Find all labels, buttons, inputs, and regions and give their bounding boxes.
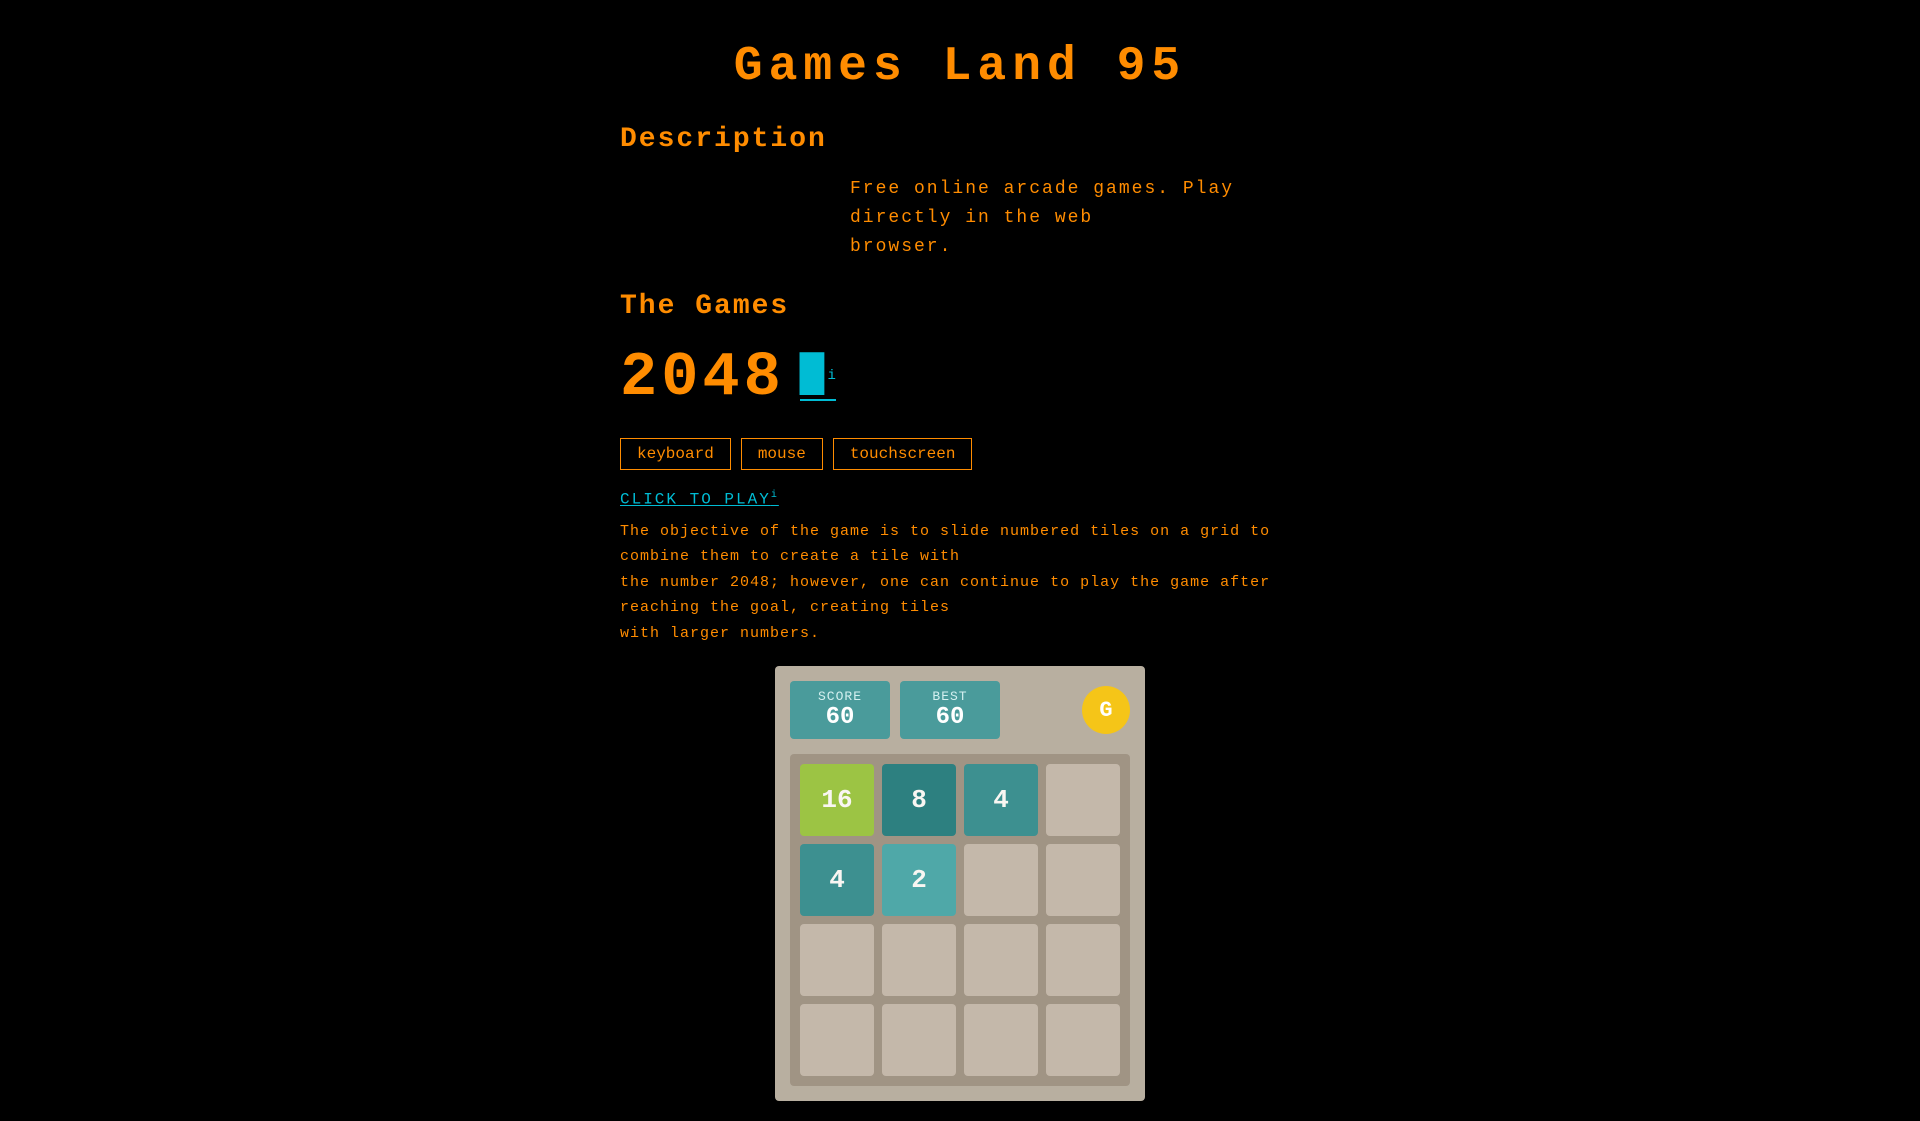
tile-empty-r4c3 [964,1004,1038,1076]
tile-4-r2: 4 [800,844,874,916]
click-to-play-link[interactable]: CLICK TO PLAYi [620,490,779,508]
tile-empty-r4c2 [882,1004,956,1076]
input-tag-touchscreen: touchscreen [833,438,973,470]
refresh-button[interactable]: G [1082,686,1130,734]
description-heading: Description [620,124,1300,155]
game-preview: SCORE 60 BEST 60 G 16 8 4 4 [620,666,1300,1101]
input-methods-list: keyboard mouse touchscreen [620,438,1300,470]
game-frame: SCORE 60 BEST 60 G 16 8 4 4 [775,666,1145,1101]
game-grid: 16 8 4 4 2 [790,754,1130,1086]
tile-4-r1: 4 [964,764,1038,836]
score-box: SCORE 60 [790,681,890,739]
tile-empty-r1c4 [1046,764,1120,836]
input-tag-keyboard: keyboard [620,438,731,470]
tile-2: 2 [882,844,956,916]
game-info-icon[interactable]: ▉i [800,354,836,401]
best-label: BEST [920,689,980,704]
games-heading: The Games [620,291,1300,322]
game-description: The objective of the game is to slide nu… [620,519,1300,647]
site-title: Games Land 95 [620,20,1300,124]
input-tag-mouse: mouse [741,438,823,470]
best-score-box: BEST 60 [900,681,1000,739]
score-label: SCORE [810,689,870,704]
tile-empty-r3c2 [882,924,956,996]
best-value: 60 [920,704,980,731]
tile-empty-r4c4 [1046,1004,1120,1076]
tile-8: 8 [882,764,956,836]
game-title: 2048 [620,342,785,413]
score-row: SCORE 60 BEST 60 G [790,681,1130,739]
tile-empty-r2c3 [964,844,1038,916]
tile-empty-r3c3 [964,924,1038,996]
tile-empty-r3c1 [800,924,874,996]
tile-16: 16 [800,764,874,836]
description-text: Free online arcade games. Play directly … [620,175,1300,261]
tile-empty-r4c1 [800,1004,874,1076]
tile-empty-r3c4 [1046,924,1120,996]
tile-empty-r2c4 [1046,844,1120,916]
score-value: 60 [810,704,870,731]
